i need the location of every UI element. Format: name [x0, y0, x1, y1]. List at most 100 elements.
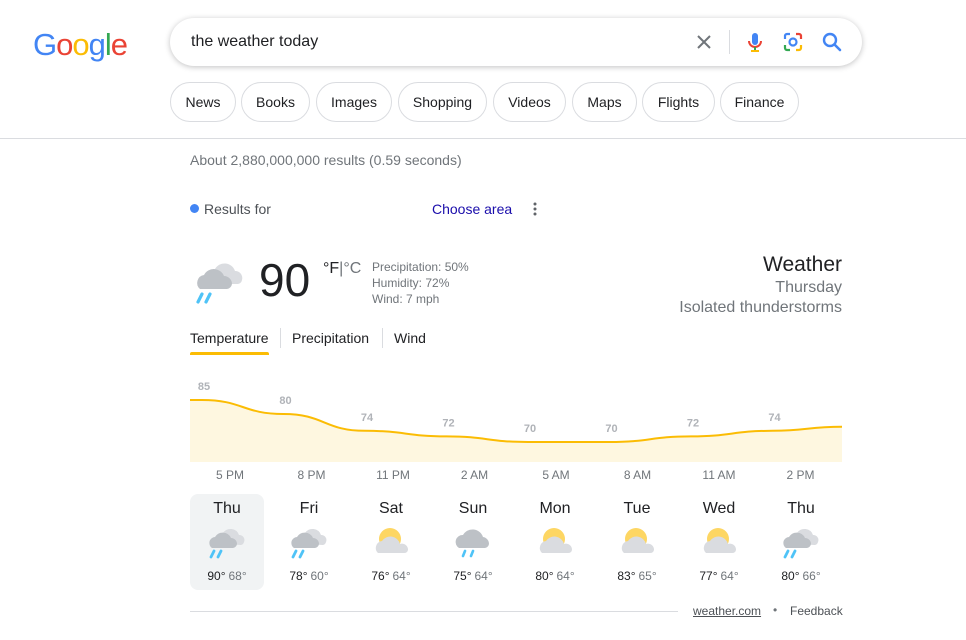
tab-wind[interactable]: Wind [394, 328, 426, 356]
forecast-day[interactable]: Sat 76° 64° [354, 494, 428, 590]
rain-cloud-icon [196, 263, 243, 304]
rain-cloud-icon [209, 528, 245, 559]
forecast-day[interactable]: Mon 80° 64° [518, 494, 592, 590]
forecast-day-name: Thu [213, 500, 241, 517]
chip-finance[interactable]: Finance [720, 82, 799, 122]
forecast-day[interactable]: Thu 80° 66° [764, 494, 838, 590]
forecast-day-name: Fri [299, 500, 319, 517]
forecast-low: 60° [310, 569, 329, 583]
chip-news[interactable]: News [170, 82, 236, 122]
forecast-day-name: Sat [378, 500, 403, 517]
location-dot-icon [190, 204, 199, 213]
forecast-temps: 78° 60° [272, 569, 346, 583]
current-temperature: 90 [259, 254, 311, 306]
temperature-label: 80 [279, 395, 291, 407]
time-label: 2 PM [786, 468, 815, 482]
feedback-link[interactable]: Feedback [790, 604, 843, 618]
google-logo[interactable]: Google [33, 27, 128, 62]
footer-divider [190, 611, 678, 612]
clear-icon[interactable] [694, 32, 714, 52]
forecast-temps: 76° 64° [354, 569, 428, 583]
tab-active-indicator [190, 352, 269, 355]
time-label: 8 AM [623, 468, 652, 482]
forecast-low: 66° [802, 569, 821, 583]
results-for: Results for [190, 201, 271, 217]
forecast-high: 77° [699, 569, 718, 583]
time-label: 11 PM [376, 468, 410, 482]
temperature-label: 72 [687, 417, 699, 429]
precipitation-text: Precipitation: 50% [372, 260, 469, 274]
forecast-day-name: Sun [458, 500, 488, 517]
temperature-label: 72 [442, 417, 454, 429]
forecast-low: 64° [392, 569, 411, 583]
tab-separator [280, 328, 281, 348]
forecast-low: 64° [556, 569, 575, 583]
forecast-high: 75° [453, 569, 472, 583]
time-label: 5 PM [215, 468, 244, 482]
chip-books[interactable]: Books [241, 82, 310, 122]
results-for-label: Results for [204, 201, 271, 217]
logo-letter: G [33, 27, 57, 62]
temperature-label: 70 [605, 423, 617, 435]
time-axis: 5 PM 8 PM 11 PM 2 AM 5 AM 8 AM 11 AM 2 PM [190, 468, 842, 484]
forecast-low: 64° [720, 569, 739, 583]
footer-separator: • [773, 603, 778, 617]
showers-icon [455, 529, 490, 558]
rain-cloud-icon [783, 528, 819, 559]
header-divider [0, 138, 966, 139]
forecast-low: 65° [638, 569, 657, 583]
forecast-temps: 75° 64° [436, 569, 510, 583]
more-options-icon[interactable] [530, 201, 540, 217]
chip-images[interactable]: Images [316, 82, 392, 122]
temperature-area [190, 400, 842, 462]
forecast-temps: 80° 64° [518, 569, 592, 583]
forecast-day-name: Wed [702, 500, 736, 517]
microphone-icon[interactable] [743, 30, 767, 54]
fahrenheit-button[interactable]: °F [323, 260, 339, 277]
forecast-day-name: Tue [623, 500, 651, 517]
temperature-label: 70 [524, 423, 536, 435]
google-lens-icon[interactable] [781, 30, 805, 54]
logo-letter: e [110, 27, 128, 62]
forecast-low: 68° [228, 569, 247, 583]
forecast-day[interactable]: Sun 75° 64° [436, 494, 510, 590]
celsius-button[interactable]: °C [343, 260, 361, 277]
weather-details: Precipitation: 50% Humidity: 72% Wind: 7… [372, 259, 469, 307]
temperature-label: 74 [361, 412, 374, 424]
search-input[interactable]: the weather today [191, 33, 318, 51]
chip-flights[interactable]: Flights [642, 82, 715, 122]
chip-videos[interactable]: Videos [493, 82, 566, 122]
chip-shopping[interactable]: Shopping [398, 82, 487, 122]
forecast-temps: 83° 65° [600, 569, 674, 583]
forecast-day[interactable]: Fri 78° 60° [272, 494, 346, 590]
search-box[interactable]: the weather today [170, 18, 862, 66]
forecast-day[interactable]: Wed 77° 64° [682, 494, 756, 590]
time-label: 5 AM [542, 468, 570, 482]
temperature-chart: 85 80 74 72 70 70 72 74 [190, 381, 842, 462]
chip-maps[interactable]: Maps [572, 82, 637, 122]
temperature-label: 85 [198, 381, 210, 393]
search-icon[interactable] [821, 31, 843, 53]
logo-letter: g [88, 27, 106, 62]
partly-cloudy-icon [375, 528, 409, 554]
weather-source-link[interactable]: weather.com [693, 604, 761, 618]
weather-day: Thursday [775, 279, 842, 296]
choose-area-link[interactable]: Choose area [432, 201, 512, 217]
logo-letter: o [72, 27, 89, 62]
forecast-day[interactable]: Tue 83° 65° [600, 494, 674, 590]
weather-condition: Isolated thunderstorms [679, 299, 842, 316]
time-label: 8 PM [297, 468, 326, 482]
forecast-day[interactable]: Thu 90° 68° [190, 494, 264, 590]
humidity-text: Humidity: 72% [372, 276, 450, 290]
forecast-day-name: Thu [787, 500, 815, 517]
search-divider [729, 30, 730, 54]
wind-text: Wind: 7 mph [372, 292, 440, 306]
tab-precipitation[interactable]: Precipitation [292, 328, 369, 356]
time-label: 11 AM [702, 468, 736, 482]
tab-separator [382, 328, 383, 348]
partly-cloudy-icon [539, 528, 573, 554]
partly-cloudy-icon [621, 528, 655, 554]
daily-forecast: Thu 90° 68° Fri 78° 60° Sat 76° 64° Sun 75° 64° Mon 8… [190, 494, 842, 590]
forecast-temps: 80° 66° [764, 569, 838, 583]
forecast-high: 90° [207, 569, 226, 583]
